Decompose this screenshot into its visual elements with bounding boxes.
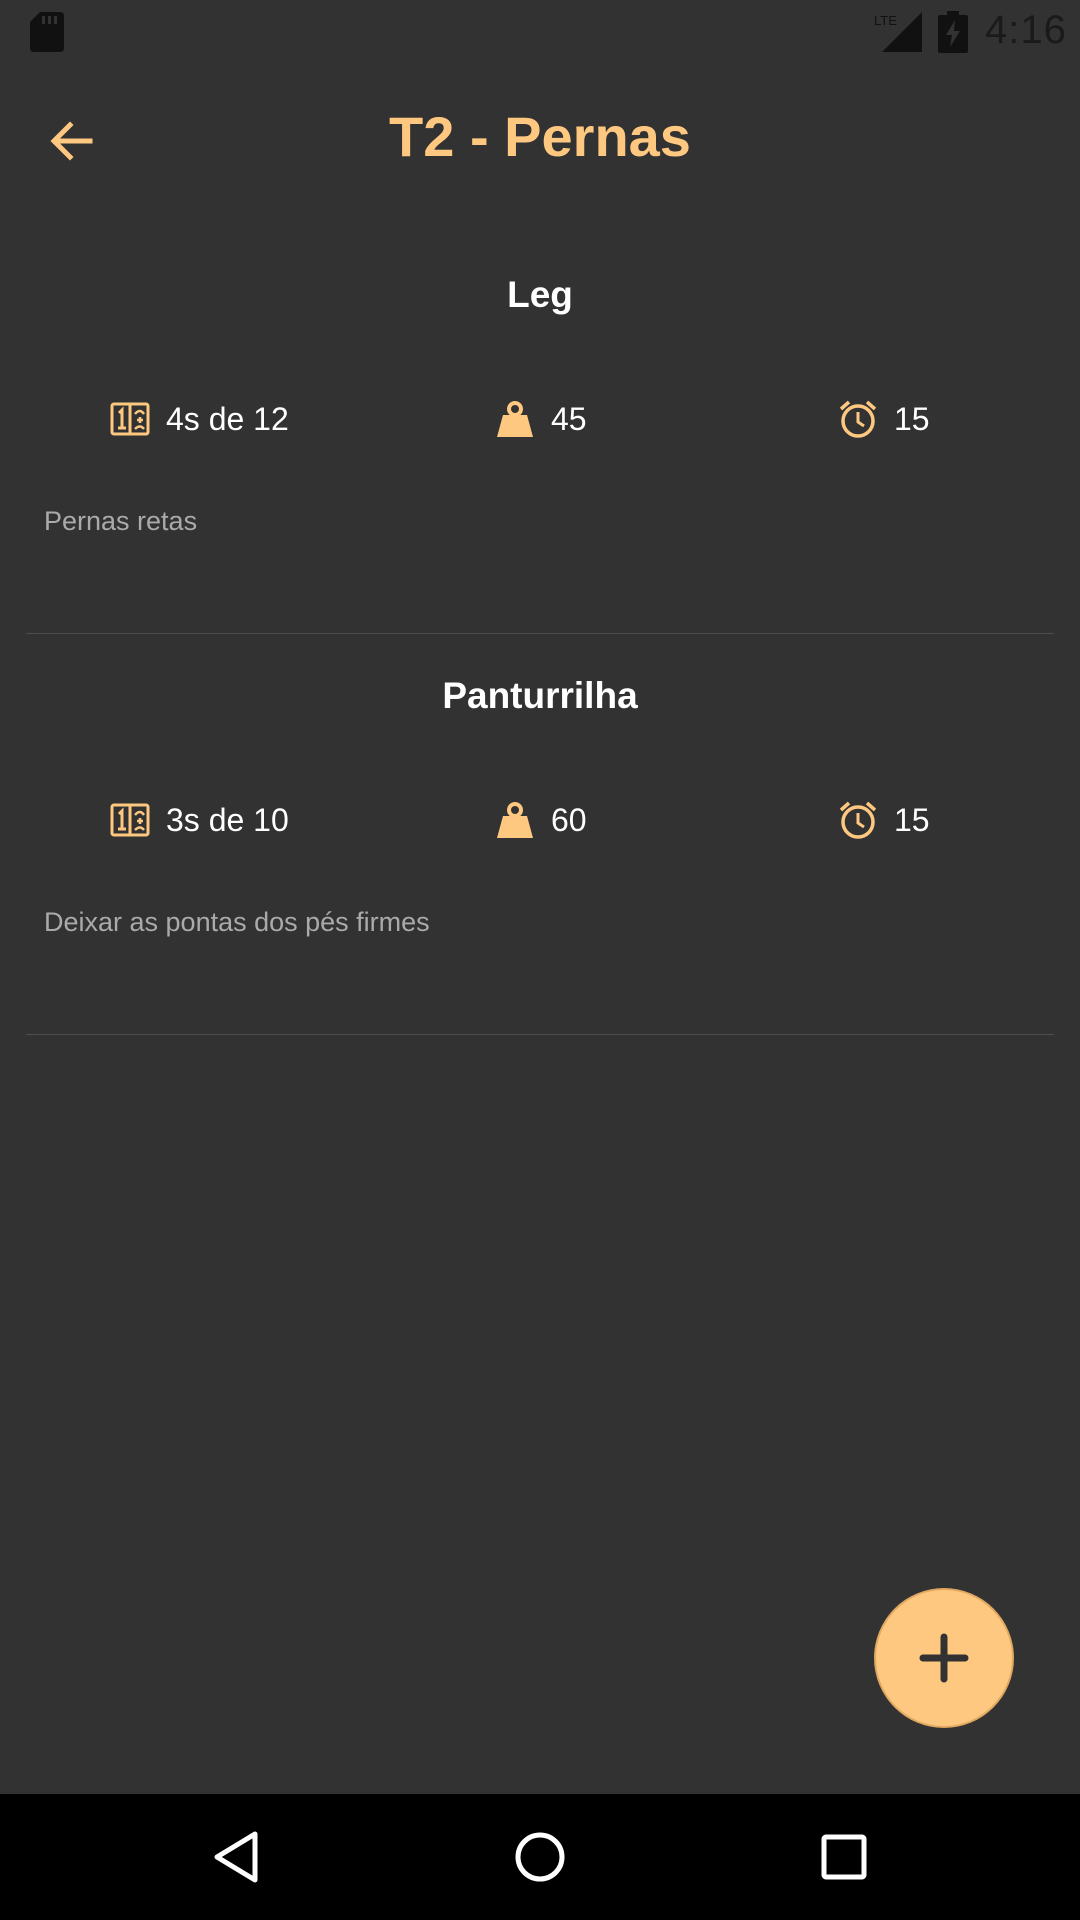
nav-back-icon	[214, 1831, 258, 1883]
sets-value: 4s de 12	[166, 401, 289, 437]
nav-home-icon	[515, 1832, 565, 1882]
add-exercise-button[interactable]	[876, 1590, 1012, 1726]
alarm-icon	[839, 400, 877, 438]
app-bar: T2 - Pernas	[0, 63, 1080, 213]
sets-stat: 4s de 12	[110, 396, 289, 442]
nav-recents-icon	[821, 1834, 867, 1880]
weight-icon	[497, 401, 533, 437]
rest-stat: 15	[838, 797, 930, 843]
rest-stat: 15	[838, 396, 930, 442]
sd-card-icon	[30, 12, 64, 52]
weight-stat: 60	[495, 797, 587, 843]
weight-value: 45	[551, 401, 587, 437]
status-time: 4:16	[985, 8, 1067, 52]
alarm-icon	[839, 801, 877, 839]
weight-stat: 45	[495, 396, 587, 442]
sets-reps-icon	[110, 402, 150, 436]
rest-value: 15	[894, 802, 930, 838]
sets-reps-icon	[110, 803, 150, 837]
nav-recents-button[interactable]	[810, 1823, 878, 1891]
weight-icon	[497, 802, 533, 838]
exercise-note: Pernas retas	[44, 506, 198, 536]
exercise-card[interactable]: Leg 4s de 12 45 15 Pernas retas	[26, 233, 1054, 634]
svg-text:LTE: LTE	[874, 13, 897, 28]
sets-value: 3s de 10	[166, 802, 289, 838]
sets-stat: 3s de 10	[110, 797, 289, 843]
exercise-list: Leg 4s de 12 45 15 Pernas retas Panturri…	[26, 233, 1054, 1035]
exercise-card[interactable]: Panturrilha 3s de 10 60 15 Deixar as pon…	[26, 634, 1054, 1035]
nav-back-button[interactable]	[202, 1823, 270, 1891]
page-title: T2 - Pernas	[389, 105, 691, 168]
exercise-name: Leg	[507, 274, 573, 315]
lte-signal-icon: LTE	[874, 12, 922, 52]
nav-bar	[0, 1794, 1080, 1920]
weight-value: 60	[551, 802, 587, 838]
status-bar: LTE 4:16	[0, 0, 1080, 63]
plus-icon	[919, 1633, 969, 1683]
battery-charging-icon	[938, 11, 968, 53]
rest-value: 15	[894, 401, 930, 437]
exercise-name: Panturrilha	[442, 675, 638, 716]
exercise-note: Deixar as pontas dos pés firmes	[44, 907, 430, 937]
nav-home-button[interactable]	[506, 1823, 574, 1891]
